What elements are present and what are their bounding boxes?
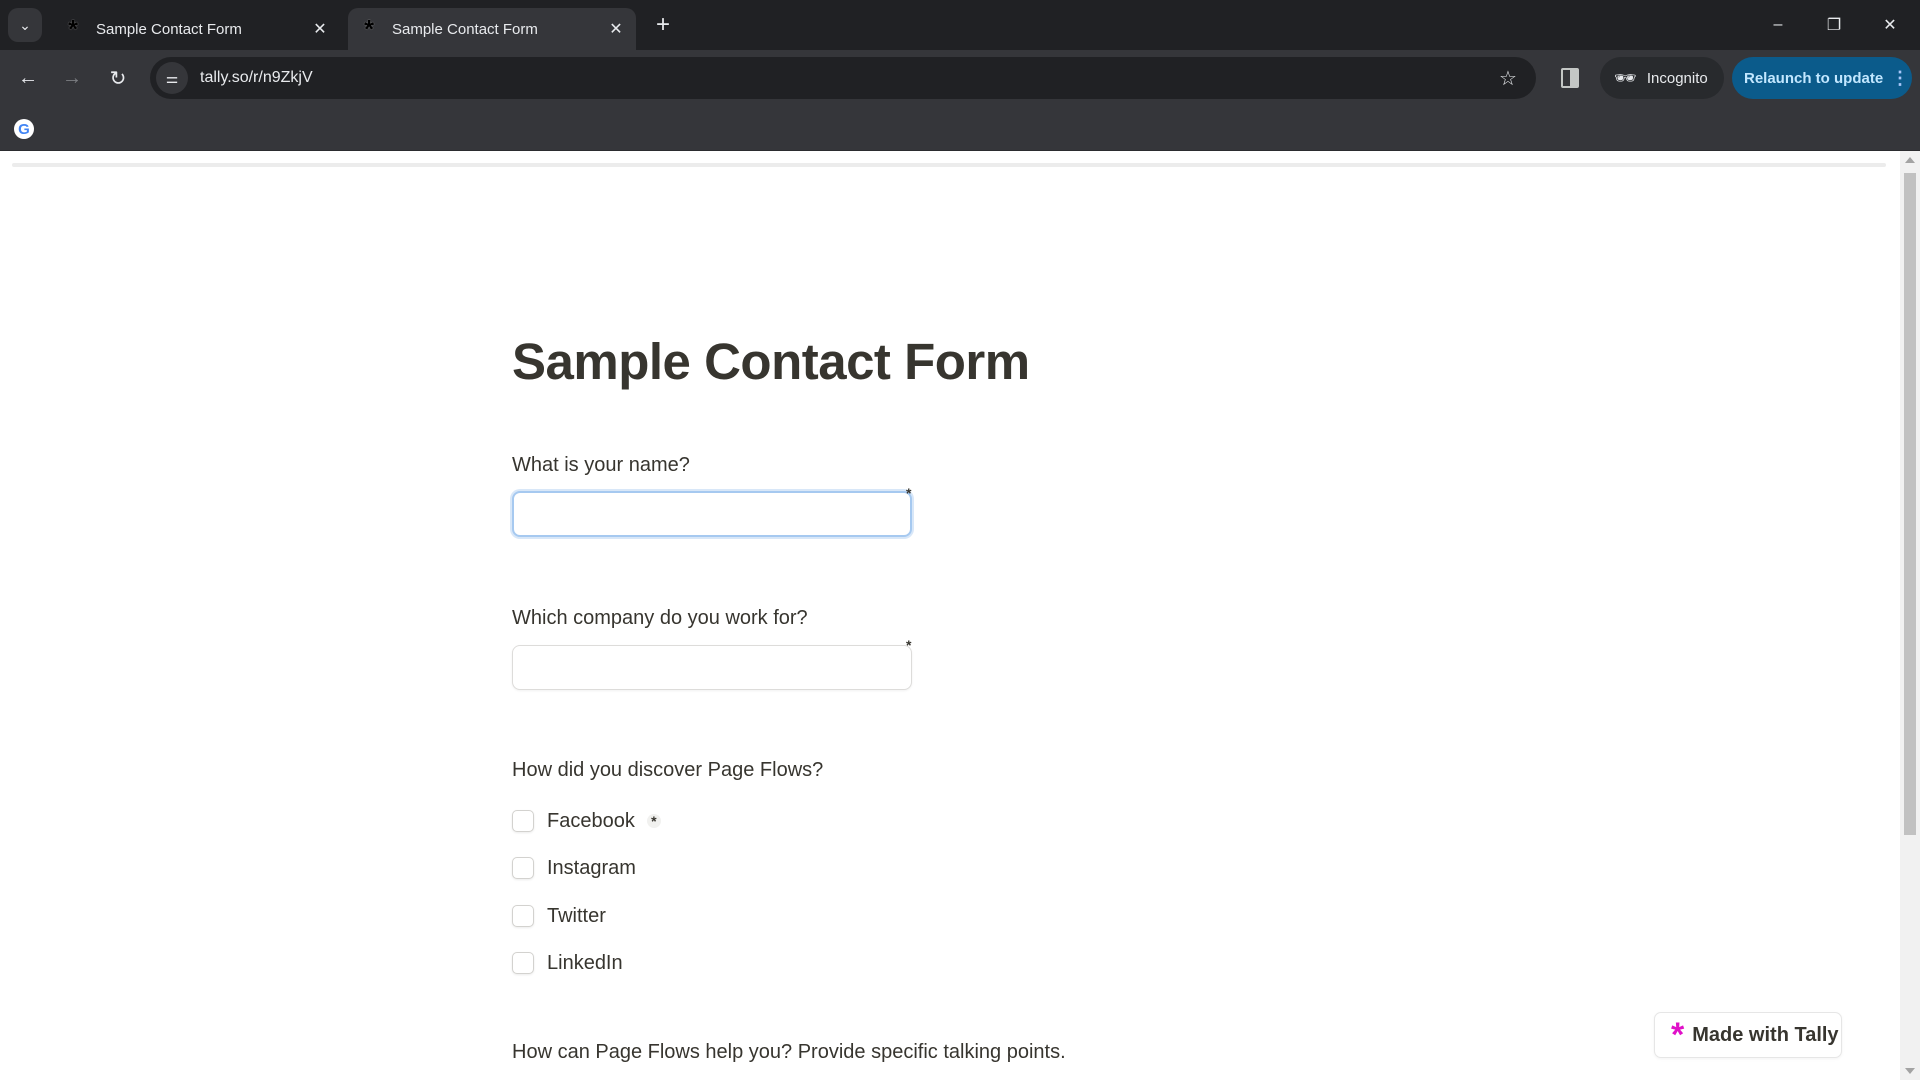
progress-divider bbox=[12, 163, 1886, 167]
arrow-right-icon: → bbox=[62, 66, 82, 89]
close-tab-icon[interactable]: ✕ bbox=[308, 17, 332, 41]
tab-2-active[interactable]: * Sample Contact Form ✕ bbox=[348, 8, 636, 50]
tab-strip: ⌄ * Sample Contact Form ✕ * Sample Conta… bbox=[0, 0, 1920, 50]
tab-title: Sample Contact Form bbox=[392, 20, 538, 38]
badge-label: Made with Tally bbox=[1692, 1023, 1839, 1046]
name-input-wrapper bbox=[512, 491, 912, 537]
google-bookmark-icon[interactable]: G bbox=[14, 119, 34, 139]
form-title: Sample Contact Form bbox=[512, 333, 1030, 390]
bookmarks-bar: G bbox=[0, 108, 1920, 151]
required-marker: * bbox=[906, 485, 912, 501]
tab-search-button[interactable]: ⌄ bbox=[8, 8, 42, 42]
made-with-tally-badge[interactable]: * Made with Tally bbox=[1654, 1012, 1842, 1058]
option-label: Twitter bbox=[547, 904, 606, 927]
option-label: LinkedIn bbox=[547, 951, 623, 974]
close-window-button[interactable]: ✕ bbox=[1870, 8, 1910, 42]
chevron-down-icon: ⌄ bbox=[19, 16, 31, 33]
question-company-label: Which company do you work for? bbox=[512, 607, 808, 629]
question-discover-label: How did you discover Page Flows? bbox=[512, 759, 824, 781]
side-panel-icon bbox=[1561, 68, 1579, 88]
page-viewport: Sample Contact Form What is your name? *… bbox=[0, 151, 1920, 1080]
close-tab-icon[interactable]: ✕ bbox=[604, 17, 628, 41]
arrow-left-icon: ← bbox=[18, 66, 38, 89]
checkbox[interactable] bbox=[512, 905, 534, 927]
scrollbar-thumb[interactable] bbox=[1904, 173, 1916, 835]
new-tab-button[interactable]: + bbox=[650, 11, 676, 38]
incognito-icon: 🕶 bbox=[1614, 67, 1637, 88]
bookmark-star-button[interactable]: ☆ bbox=[1492, 62, 1524, 94]
question-name-label: What is your name? bbox=[512, 454, 690, 476]
required-marker: * bbox=[906, 637, 912, 653]
question-help-label: How can Page Flows help you? Provide spe… bbox=[512, 1041, 1066, 1063]
more-vert-icon[interactable]: ⋮ bbox=[1888, 68, 1912, 89]
option-twitter[interactable]: Twitter bbox=[512, 902, 606, 930]
tally-favicon-icon: * bbox=[363, 14, 375, 44]
forward-button[interactable]: → bbox=[56, 62, 88, 94]
required-marker: * bbox=[646, 813, 661, 829]
site-info-button[interactable]: ⚌ bbox=[156, 62, 188, 94]
relaunch-label: Relaunch to update bbox=[1744, 69, 1884, 87]
checkbox[interactable] bbox=[512, 952, 534, 974]
option-label: Facebook bbox=[547, 809, 635, 832]
tab-title: Sample Contact Form bbox=[96, 20, 242, 38]
tally-favicon-icon: * bbox=[67, 14, 79, 44]
scroll-down-arrow-icon[interactable] bbox=[1905, 1068, 1915, 1074]
option-label: Instagram bbox=[547, 856, 636, 879]
incognito-indicator[interactable]: 🕶 Incognito bbox=[1600, 57, 1724, 99]
restore-button[interactable]: ❐ bbox=[1814, 8, 1854, 42]
browser-toolbar: ← → ↻ ⚌ tally.so/r/n9ZkjV ☆ 🕶 Incognito … bbox=[0, 50, 1920, 108]
url-text[interactable]: tally.so/r/n9ZkjV bbox=[200, 69, 1492, 87]
option-instagram[interactable]: Instagram bbox=[512, 854, 636, 882]
tab-1[interactable]: * Sample Contact Form ✕ bbox=[52, 8, 340, 50]
relaunch-to-update-button[interactable]: Relaunch to update ⋮ bbox=[1732, 57, 1912, 99]
checkbox[interactable] bbox=[512, 857, 534, 879]
name-input[interactable] bbox=[514, 493, 910, 535]
scroll-up-arrow-icon[interactable] bbox=[1905, 157, 1915, 163]
option-facebook[interactable]: Facebook * bbox=[512, 807, 661, 835]
option-linkedin[interactable]: LinkedIn bbox=[512, 949, 623, 977]
minimize-button[interactable]: – bbox=[1758, 8, 1798, 42]
side-panel-button[interactable] bbox=[1556, 62, 1584, 94]
checkbox[interactable] bbox=[512, 810, 534, 832]
company-input-wrapper bbox=[512, 645, 912, 690]
company-input[interactable] bbox=[513, 646, 911, 689]
address-bar[interactable]: ⚌ tally.so/r/n9ZkjV ☆ bbox=[150, 57, 1536, 99]
tune-icon: ⚌ bbox=[165, 69, 179, 86]
vertical-scrollbar[interactable] bbox=[1900, 151, 1920, 1080]
tally-logo-icon: * bbox=[1671, 1016, 1685, 1054]
back-button[interactable]: ← bbox=[12, 62, 44, 94]
reload-icon: ↻ bbox=[109, 67, 127, 90]
reload-button[interactable]: ↻ bbox=[102, 62, 134, 94]
incognito-label: Incognito bbox=[1646, 69, 1708, 87]
star-icon: ☆ bbox=[1499, 67, 1517, 90]
